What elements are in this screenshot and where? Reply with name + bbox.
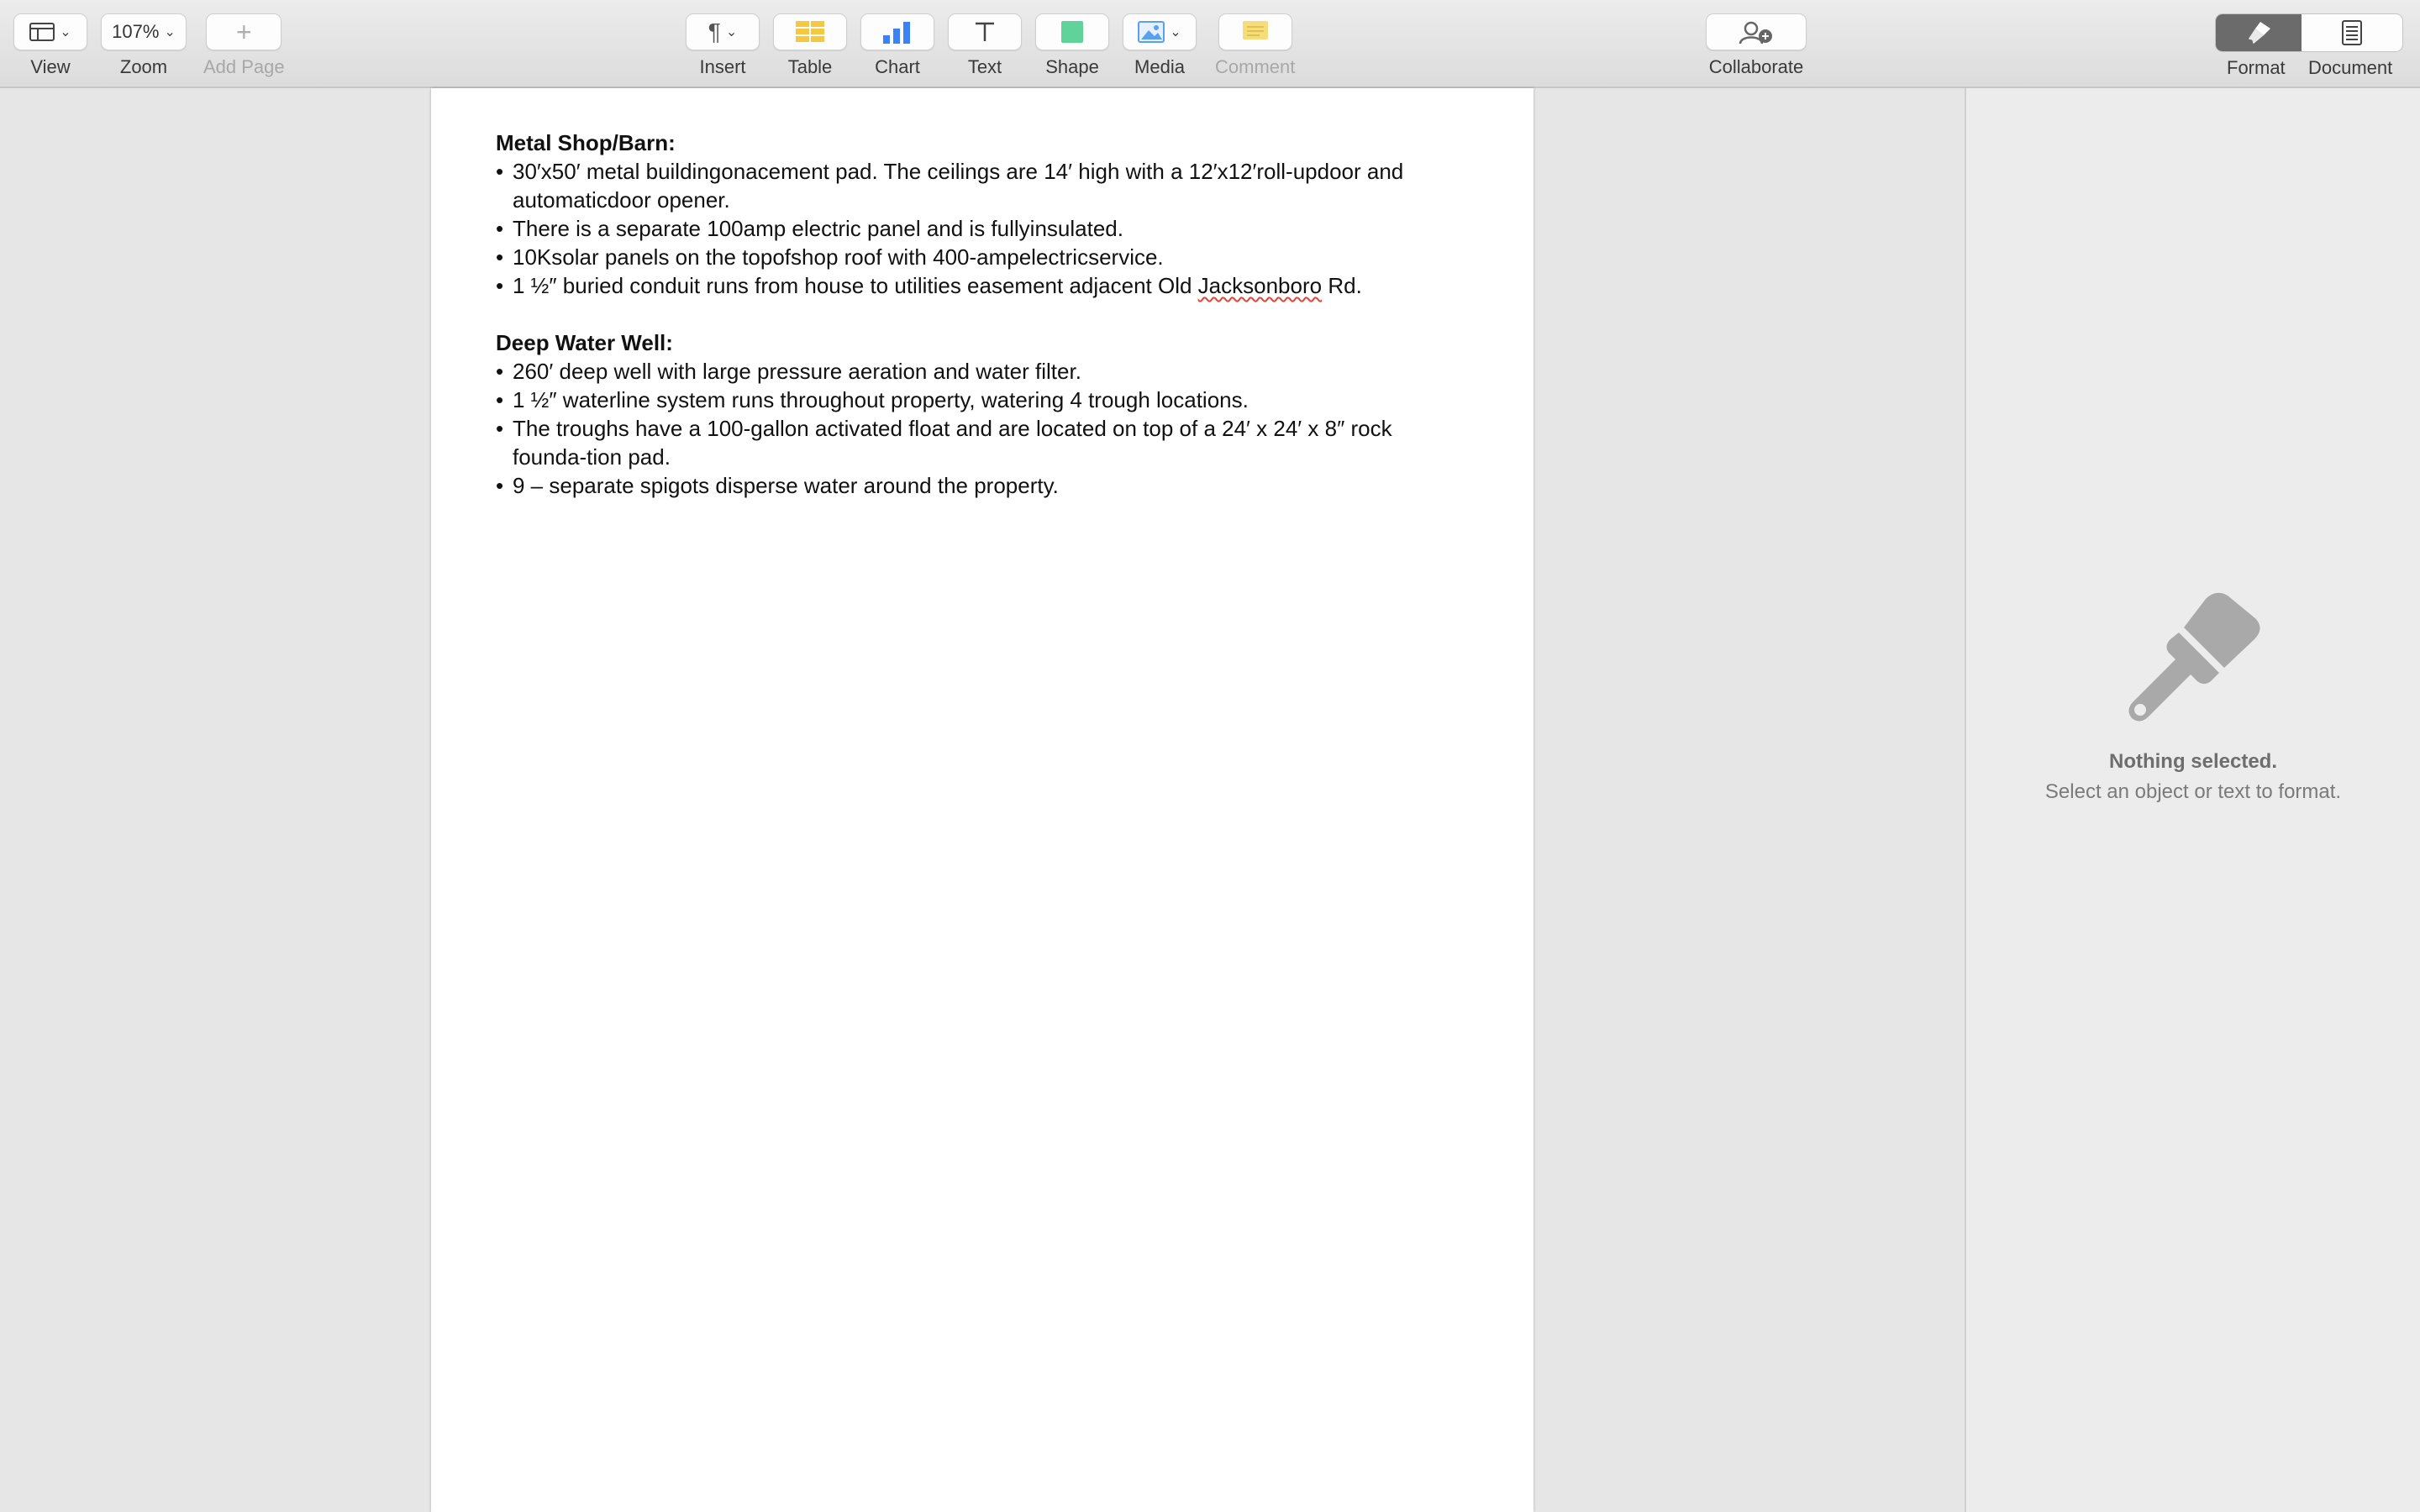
format-button[interactable] xyxy=(2216,14,2302,51)
view-button[interactable]: ⌄ xyxy=(13,13,87,50)
chart-button[interactable] xyxy=(860,13,934,50)
chart-control[interactable]: Chart xyxy=(860,13,934,78)
bullet-mark: • xyxy=(496,387,504,412)
photo-icon xyxy=(1138,21,1165,43)
bullet-mark: • xyxy=(496,244,504,270)
zoom-control[interactable]: 107% ⌄ Zoom xyxy=(101,13,187,78)
list-item: • 260′ deep well with large pressure aer… xyxy=(496,357,1470,386)
zoom-value: 107% xyxy=(112,21,160,42)
list-item: • 1 ½″ waterline system runs throughout … xyxy=(496,386,1470,414)
zoom-select[interactable]: 107% ⌄ xyxy=(101,13,187,50)
document-icon xyxy=(2342,20,2362,45)
collaborate-label: Collaborate xyxy=(1708,56,1804,77)
list-item-text: 1 ½″ buried conduit runs from house to u… xyxy=(513,271,1470,300)
inspector-title: Nothing selected. xyxy=(2108,750,2278,773)
list-item-text: 260′ deep well with large pressure aerat… xyxy=(513,359,1081,384)
document-button[interactable] xyxy=(2302,14,2402,51)
comment-icon xyxy=(1242,21,1268,39)
chevron-down-icon: ⌄ xyxy=(60,25,71,39)
inspector-subtitle: Select an object or text to format. xyxy=(2044,780,2342,803)
list-item: • There is a separate 100amp electric pa… xyxy=(496,214,1470,243)
add-page-control[interactable]: + Add Page xyxy=(203,13,285,78)
document-body[interactable]: Metal Shop/Barn: • 30′x50′ metal buildin… xyxy=(496,129,1470,500)
bullet-mark: • xyxy=(496,359,504,384)
section-heading: Metal Shop/Barn: xyxy=(496,130,676,155)
insert-button[interactable]: ¶ ⌄ xyxy=(686,13,760,50)
chart-label: Chart xyxy=(875,56,920,77)
insert-label: Insert xyxy=(699,56,746,77)
collaborate-button[interactable] xyxy=(1706,13,1807,50)
text-control[interactable]: Text xyxy=(948,13,1022,78)
list-item-text: 9 – separate spigots disperse water arou… xyxy=(513,473,1059,498)
format-inspector: Nothing selected. Select an object or te… xyxy=(1965,88,2420,1512)
table-control[interactable]: Table xyxy=(773,13,847,78)
add-page-button[interactable]: + xyxy=(206,13,282,50)
list-item: • 9 – separate spigots disperse water ar… xyxy=(496,471,1470,500)
list-item-text: 30′x50′ metal buildingonacement pad. The… xyxy=(513,159,1404,213)
list-item-text: 10Ksolar panels on the topofshop roof wi… xyxy=(513,244,1164,270)
list-item: • 10Ksolar panels on the topofshop roof … xyxy=(496,243,1470,271)
chevron-down-icon: ⌄ xyxy=(164,25,176,39)
list-item-text: There is a separate 100amp electric pane… xyxy=(513,216,1123,241)
comment-control[interactable]: Comment xyxy=(1215,13,1295,78)
text-button[interactable] xyxy=(948,13,1022,50)
text-label: Text xyxy=(967,56,1002,77)
shape-control[interactable]: Shape xyxy=(1035,13,1109,78)
document-label: Document xyxy=(2308,57,2393,78)
list-item: • 1 ½″ buried conduit runs from house to… xyxy=(496,271,1470,300)
table-icon xyxy=(796,21,824,42)
list-item: • The troughs have a 100-gallon activate… xyxy=(496,414,1470,471)
add-person-icon xyxy=(1739,21,1772,45)
misspelled-word[interactable]: Jacksonboro xyxy=(1198,273,1322,298)
format-label: Format xyxy=(2227,57,2286,78)
bullet-mark: • xyxy=(496,273,504,298)
zoom-label: Zoom xyxy=(119,56,168,77)
text-run: Rd. xyxy=(1328,273,1362,298)
text-box-icon xyxy=(976,22,994,41)
comment-button[interactable] xyxy=(1218,13,1292,50)
table-label: Table xyxy=(787,56,833,77)
media-control[interactable]: ⌄ Media xyxy=(1123,13,1197,78)
add-page-label: Add Page xyxy=(203,56,285,77)
list-item-text: The troughs have a 100-gallon activated … xyxy=(513,416,1392,470)
list-item-text: 1 ½″ waterline system runs throughout pr… xyxy=(513,387,1249,412)
document-page[interactable]: Metal Shop/Barn: • 30′x50′ metal buildin… xyxy=(431,88,1534,1512)
media-label: Media xyxy=(1134,56,1185,77)
shape-icon xyxy=(1061,21,1083,43)
bullet-mark: • xyxy=(496,473,504,498)
paintbrush-icon xyxy=(2128,592,2260,722)
section-heading: Deep Water Well: xyxy=(496,330,673,355)
sidebar-icon xyxy=(29,23,55,41)
paintbrush-icon xyxy=(2248,22,2270,45)
bullet-mark: • xyxy=(496,416,504,441)
table-button[interactable] xyxy=(773,13,847,50)
collaborate-control[interactable]: Collaborate xyxy=(1706,13,1807,78)
plus-icon: + xyxy=(235,17,252,47)
media-button[interactable]: ⌄ xyxy=(1123,13,1197,50)
view-label: View xyxy=(30,56,71,77)
insert-control[interactable]: ¶ ⌄ Insert xyxy=(686,13,760,78)
bullet-mark: • xyxy=(496,159,504,184)
shape-button[interactable] xyxy=(1035,13,1109,50)
toolbar: ⌄ View 107% ⌄ Zoom + Add Page ¶ ⌄ Insert… xyxy=(0,0,2420,88)
chart-icon xyxy=(883,22,910,44)
chevron-down-icon: ⌄ xyxy=(1170,25,1181,39)
bullet-mark: • xyxy=(496,216,504,241)
list-item: • 30′x50′ metal buildingonacement pad. T… xyxy=(496,157,1470,214)
view-control[interactable]: ⌄ View xyxy=(13,13,87,78)
shape-label: Shape xyxy=(1045,56,1099,77)
comment-label: Comment xyxy=(1215,56,1296,77)
document-canvas[interactable]: Metal Shop/Barn: • 30′x50′ metal buildin… xyxy=(0,88,1965,1512)
text-run: 1 ½″ buried conduit runs from house to u… xyxy=(513,273,1192,298)
inspector-toggle[interactable] xyxy=(2215,13,2403,52)
paragraph-icon: ¶ xyxy=(708,18,721,45)
chevron-down-icon: ⌄ xyxy=(725,25,738,39)
